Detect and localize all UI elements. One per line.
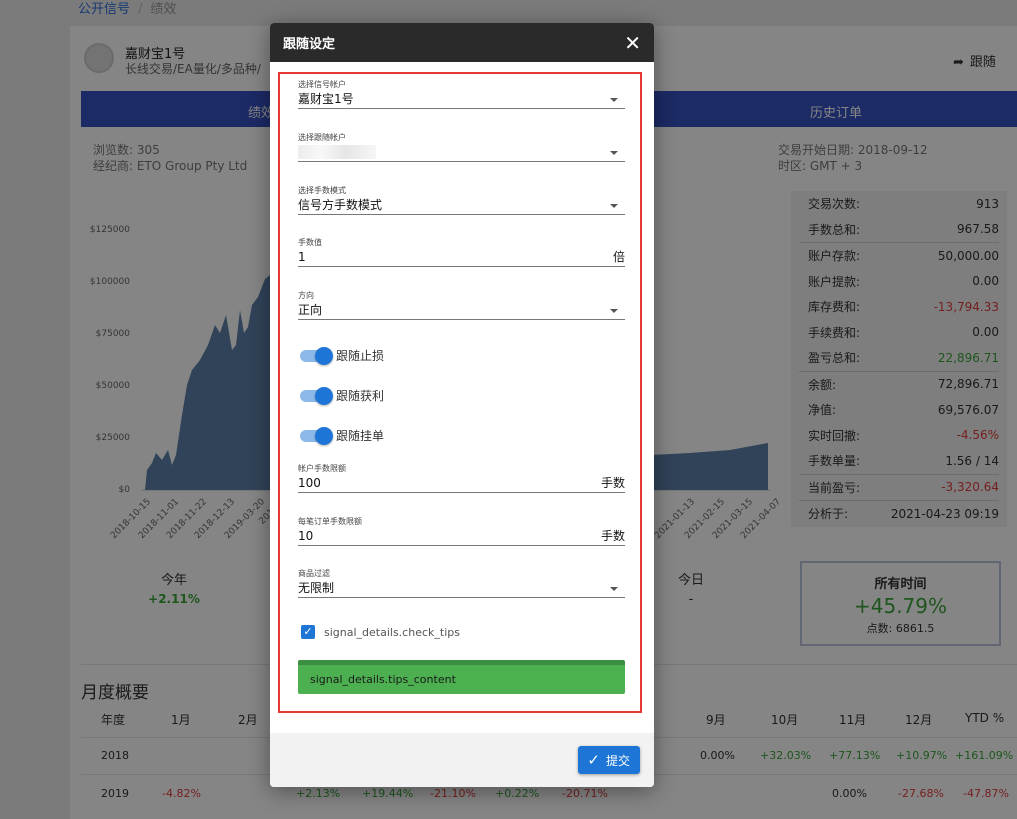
toggle-follow-pending[interactable]: 跟随挂单 (300, 426, 384, 445)
lot-mode-select[interactable]: 选择手数模式 信号方手数模式 (298, 185, 625, 215)
check-icon: ✓ (587, 751, 600, 769)
order-lot-limit-input[interactable]: 每笔订单手数限额 10 手数 (298, 516, 625, 546)
toggle-switch[interactable] (300, 346, 333, 365)
account-lot-limit-input[interactable]: 帐户手数限额 100 手数 (298, 463, 625, 493)
caret-down-icon (610, 151, 618, 155)
toggle-follow-takeprofit[interactable]: 跟随获利 (300, 386, 384, 405)
caret-down-icon (610, 587, 618, 591)
check-tips-row[interactable]: ✓ signal_details.check_tips (301, 625, 460, 639)
lot-value-input[interactable]: 手数值 1倍 (298, 237, 625, 267)
caret-down-icon (610, 204, 618, 208)
caret-down-icon (610, 98, 618, 102)
submit-button[interactable]: ✓ 提交 (578, 746, 640, 774)
caret-down-icon (610, 309, 618, 313)
close-icon[interactable]: ✕ (624, 33, 641, 53)
toggle-follow-stoploss[interactable]: 跟随止损 (300, 346, 384, 365)
follow-account-select[interactable]: 选择跟随帐户 (298, 132, 625, 162)
follow-settings-dialog: 跟随设定 ✕ 选择信号帐户 嘉财宝1号 选择跟随帐户 选择手数模式 信号方手数模… (270, 23, 654, 787)
redacted-account (298, 145, 376, 159)
product-filter-select[interactable]: 商品过滤 无限制 (298, 568, 625, 598)
dialog-footer: ✓ 提交 (270, 733, 654, 787)
dialog-title: 跟随设定 (283, 37, 336, 52)
toggle-switch[interactable] (300, 386, 333, 405)
check-tips-checkbox[interactable]: ✓ (301, 625, 315, 639)
dialog-header: 跟随设定 ✕ (270, 23, 654, 62)
signal-account-select[interactable]: 选择信号帐户 嘉财宝1号 (298, 79, 625, 109)
toggle-switch[interactable] (300, 426, 333, 445)
tips-content: signal_details.tips_content (298, 660, 625, 694)
direction-select[interactable]: 方向 正向 (298, 290, 625, 320)
